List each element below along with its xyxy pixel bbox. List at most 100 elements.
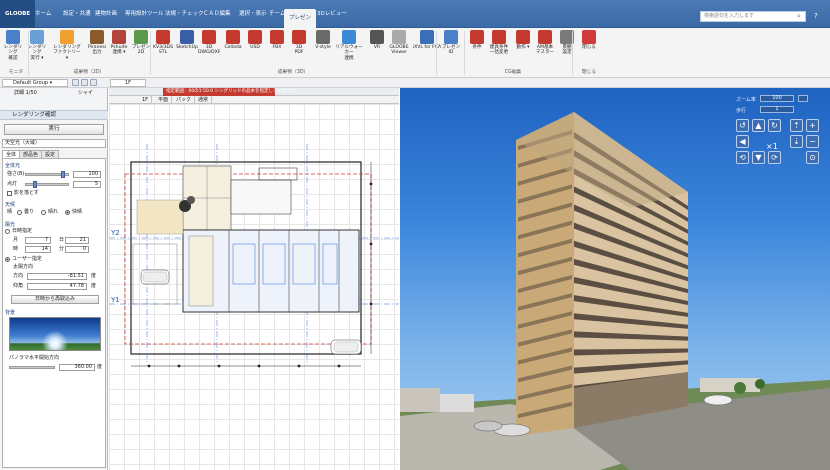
plan-tab-floor[interactable]: 1F xyxy=(139,96,153,104)
rotate-right-icon[interactable]: ↻ xyxy=(768,119,781,132)
tab-10[interactable]: 3Dレビュー xyxy=(312,0,352,28)
plan-view[interactable]: 指定範囲：00の1:50.0 シングリッドの品本を指定してください。 1F 平面… xyxy=(109,88,399,470)
hour-input[interactable]: 14 xyxy=(25,246,51,253)
tilt-down-icon[interactable]: ▼ xyxy=(752,151,765,164)
altitude-unit: 度 xyxy=(91,283,97,289)
zoom-label: ズーム率 xyxy=(736,97,756,103)
brightness-input[interactable]: 100 xyxy=(73,171,101,178)
render-run-button[interactable]: レンダリング 実行 ▾ xyxy=(26,30,48,68)
plan-tab-plan[interactable]: 平面 xyxy=(155,96,173,104)
pan-slider[interactable] xyxy=(9,366,55,369)
scale-label[interactable]: 詳細 1/50 xyxy=(14,89,37,98)
landscape-button[interactable]: 景観 設定 xyxy=(556,30,578,68)
render-3d-view[interactable]: ズーム率 100 歩行 1 ↺ ▲ ↻ ⇡ + ◀ ×1 ⇣ − ⟲ ▼ ⟳ ⊙ xyxy=(400,88,830,470)
tab-6[interactable]: ＣＡＤ編集 xyxy=(198,0,236,28)
vstyle-button[interactable]: V-style xyxy=(312,30,334,68)
zoom-input[interactable]: 100 xyxy=(760,95,794,102)
minute-input[interactable]: 0 xyxy=(65,246,89,253)
point-input[interactable]: 5 xyxy=(73,181,101,188)
month-input[interactable]: 7 xyxy=(25,237,51,244)
realwalker-button[interactable]: リアルウォーカー 連携 xyxy=(334,30,364,68)
sky-radio-cloudy[interactable] xyxy=(17,210,22,215)
speed-input[interactable]: 1 xyxy=(760,106,794,113)
piranesi-button[interactable]: Piranesi 出力 xyxy=(86,30,108,68)
action-button[interactable]: 動作 ▾ xyxy=(512,30,534,68)
zoom-out-icon[interactable]: − xyxy=(806,135,819,148)
move-down-icon[interactable]: ⇣ xyxy=(790,135,803,148)
render-factory-button[interactable]: レンダリング ファクトリー ▾ xyxy=(52,30,82,68)
rotate-left-icon[interactable]: ↺ xyxy=(736,119,749,132)
lock-icon[interactable] xyxy=(81,79,88,86)
altitude-input[interactable]: 47.78 xyxy=(27,283,87,290)
view-icon[interactable] xyxy=(90,79,97,86)
day-input[interactable]: 21 xyxy=(65,237,89,244)
render-check-button[interactable]: レンダリング 確認 xyxy=(2,30,24,68)
zoom-in-icon[interactable]: + xyxy=(806,119,819,132)
close-button[interactable]: 閉じる xyxy=(578,30,600,68)
execute-button[interactable]: 実行 xyxy=(4,124,104,135)
floor-plan-drawing xyxy=(109,144,399,368)
zoom-apply-button[interactable] xyxy=(798,95,808,102)
sun-reload-button[interactable]: 日時から再取込み xyxy=(11,295,99,304)
minute-label: 分 xyxy=(59,246,65,252)
brightness-knob[interactable] xyxy=(61,171,65,178)
ribbon-separator xyxy=(436,31,437,75)
background-thumbnail[interactable] xyxy=(9,317,101,351)
plan-tab-normal[interactable]: 通常 xyxy=(195,96,213,104)
preset-select[interactable]: 天空光（大域） xyxy=(2,139,106,148)
orbit-right-icon[interactable]: ⟳ xyxy=(768,151,781,164)
dwg-button[interactable]: 3D DWG/DXF xyxy=(198,30,221,68)
sky-radio-clear[interactable] xyxy=(65,210,70,215)
pan-left-icon[interactable]: ◀ xyxy=(736,135,749,148)
present-2d-button[interactable]: プレゼン 2D xyxy=(130,30,152,68)
layer-icon[interactable] xyxy=(72,79,79,86)
present-id-icon xyxy=(444,30,458,44)
pdf3d-button[interactable]: 3D PDF xyxy=(288,30,310,68)
ribbon: レンダリング 確認 レンダリング 実行 ▾ レンダリング ファクトリー ▾ Piran… xyxy=(0,28,830,78)
pan-input[interactable]: 360.00 xyxy=(59,364,95,371)
sky-radio-fair[interactable] xyxy=(41,210,46,215)
plan-drawing-canvas[interactable]: Y2 Y1 xyxy=(109,104,399,470)
tilt-up-icon[interactable]: ▲ xyxy=(752,119,765,132)
sun-mode-user-radio[interactable] xyxy=(5,257,10,262)
point-knob[interactable] xyxy=(33,181,37,188)
ixvl-button[interactable]: iXVL for FCA xyxy=(412,30,442,68)
axis-y2-label: Y2 xyxy=(111,229,120,237)
ribbon-label: レンダリング 実行 ▾ xyxy=(27,45,47,61)
move-up-icon[interactable]: ⇡ xyxy=(790,119,803,132)
pshuite-button[interactable]: Pshuite 連携 ▾ xyxy=(108,30,130,68)
point-slider[interactable] xyxy=(25,183,69,186)
speed-multiplier[interactable]: ×1 xyxy=(766,142,778,151)
plan-tab-back[interactable]: パック xyxy=(173,96,196,104)
am-master-button[interactable]: AM基本 マスター xyxy=(534,30,556,68)
ribbon-label: VR xyxy=(373,45,381,50)
shadow-checkbox[interactable] xyxy=(7,191,12,196)
present-id-button[interactable]: プレゼンID xyxy=(440,30,462,68)
usd-button[interactable]: USD xyxy=(244,30,266,68)
azimuth-input[interactable]: -81.51 xyxy=(27,273,87,280)
search-icon[interactable]: ⌕ xyxy=(797,11,801,22)
conditions-button[interactable]: 条件 xyxy=(466,30,488,68)
floor-select[interactable]: 1F xyxy=(110,79,146,87)
sun-mode-datetime-radio[interactable] xyxy=(5,229,10,234)
ribbon-label: 動作 ▾ xyxy=(516,45,530,50)
kv3-button[interactable]: KV3/3DS STL xyxy=(152,30,174,68)
tab-1[interactable]: ホーム xyxy=(30,0,56,28)
tab-3[interactable]: 建物計画 xyxy=(90,0,122,28)
fitting-change-button[interactable]: 建具条件 一括変更 xyxy=(488,30,510,68)
ribbon-label: 閉じる xyxy=(582,45,596,50)
gloobe-viewer-button[interactable]: GLOOBE Viewer xyxy=(388,30,410,68)
sketchup-button[interactable]: SketchUp xyxy=(176,30,198,68)
help-icon[interactable]: ? xyxy=(814,11,818,22)
search-input[interactable]: 検索語句を入力します xyxy=(700,11,806,22)
orbit-left-icon[interactable]: ⟲ xyxy=(736,151,749,164)
fbx-button[interactable]: FBX xyxy=(266,30,288,68)
walk-mode-icon[interactable]: ⊙ xyxy=(806,151,819,164)
view-label[interactable]: シャイ xyxy=(78,89,93,98)
group-select[interactable]: Default Group ▾ xyxy=(2,79,68,87)
ribbon-label: リアルウォーカー 連携 xyxy=(335,45,363,61)
collada-button[interactable]: Collada xyxy=(222,30,244,68)
sun-mode-datetime-label: 日時指定 xyxy=(12,228,33,234)
point-label: 点灯 xyxy=(7,181,18,187)
vr-button[interactable]: VR xyxy=(366,30,388,68)
